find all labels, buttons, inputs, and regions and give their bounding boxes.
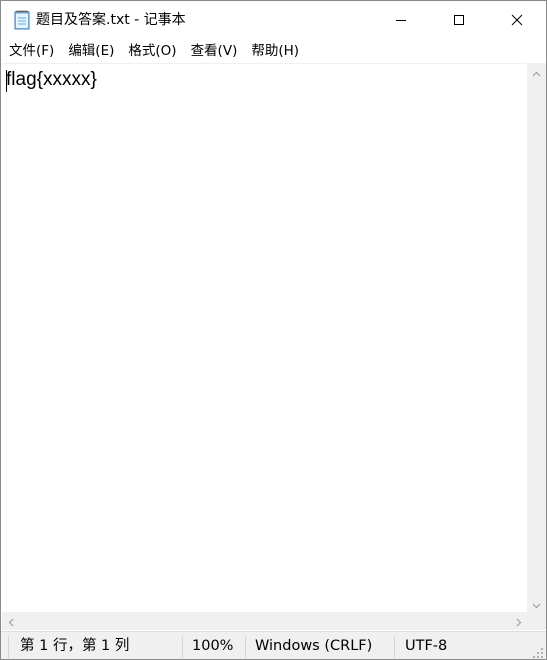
notepad-icon[interactable] [13, 9, 31, 30]
chevron-left-icon [8, 612, 14, 631]
status-separator [8, 636, 9, 658]
resize-grip-icon[interactable] [532, 647, 544, 659]
close-button[interactable] [488, 1, 546, 39]
menu-file[interactable]: 文件(F) [2, 39, 61, 63]
status-zoom: 100% [192, 638, 234, 654]
horizontal-scrollbar[interactable] [2, 612, 527, 630]
minimize-icon [395, 11, 407, 30]
close-icon [511, 11, 523, 30]
chevron-down-icon [532, 594, 541, 613]
status-encoding: UTF-8 [405, 638, 448, 654]
maximize-icon [453, 11, 465, 30]
scroll-down-button[interactable] [527, 595, 546, 612]
maximize-button[interactable] [430, 1, 488, 39]
menu-bar: 文件(F) 编辑(E) 格式(O) 查看(V) 帮助(H) [1, 39, 546, 63]
menu-format[interactable]: 格式(O) [121, 39, 183, 63]
scroll-right-button[interactable] [510, 612, 527, 630]
vertical-scrollbar[interactable] [527, 63, 546, 612]
menu-edit[interactable]: 编辑(E) [61, 39, 121, 63]
text-editor[interactable]: flag{xxxxx} [2, 63, 526, 612]
status-cursor-position: 第 1 行，第 1 列 [20, 638, 130, 654]
menu-help[interactable]: 帮助(H) [244, 39, 306, 63]
scroll-up-button[interactable] [527, 63, 546, 80]
scroll-left-button[interactable] [2, 612, 19, 630]
chevron-up-icon [532, 62, 541, 81]
chevron-right-icon [516, 612, 522, 631]
minimize-button[interactable] [372, 1, 430, 39]
status-separator [394, 636, 395, 658]
status-separator [182, 636, 183, 658]
window-title: 题目及答案.txt - 记事本 [36, 12, 186, 28]
notepad-window: 题目及答案.txt - 记事本 文件(F) 编辑(E) 格式(O) 查看(V) [0, 0, 547, 660]
status-separator [245, 636, 246, 658]
status-line-ending: Windows (CRLF) [255, 638, 373, 654]
title-bar[interactable]: 题目及答案.txt - 记事本 [1, 1, 546, 39]
menu-view[interactable]: 查看(V) [184, 39, 245, 63]
text-caret [6, 70, 7, 92]
scrollbar-corner [527, 612, 546, 630]
editor-text[interactable]: flag{xxxxx} [6, 68, 97, 92]
status-bar: 第 1 行，第 1 列 100% Windows (CRLF) UTF-8 [1, 631, 546, 659]
